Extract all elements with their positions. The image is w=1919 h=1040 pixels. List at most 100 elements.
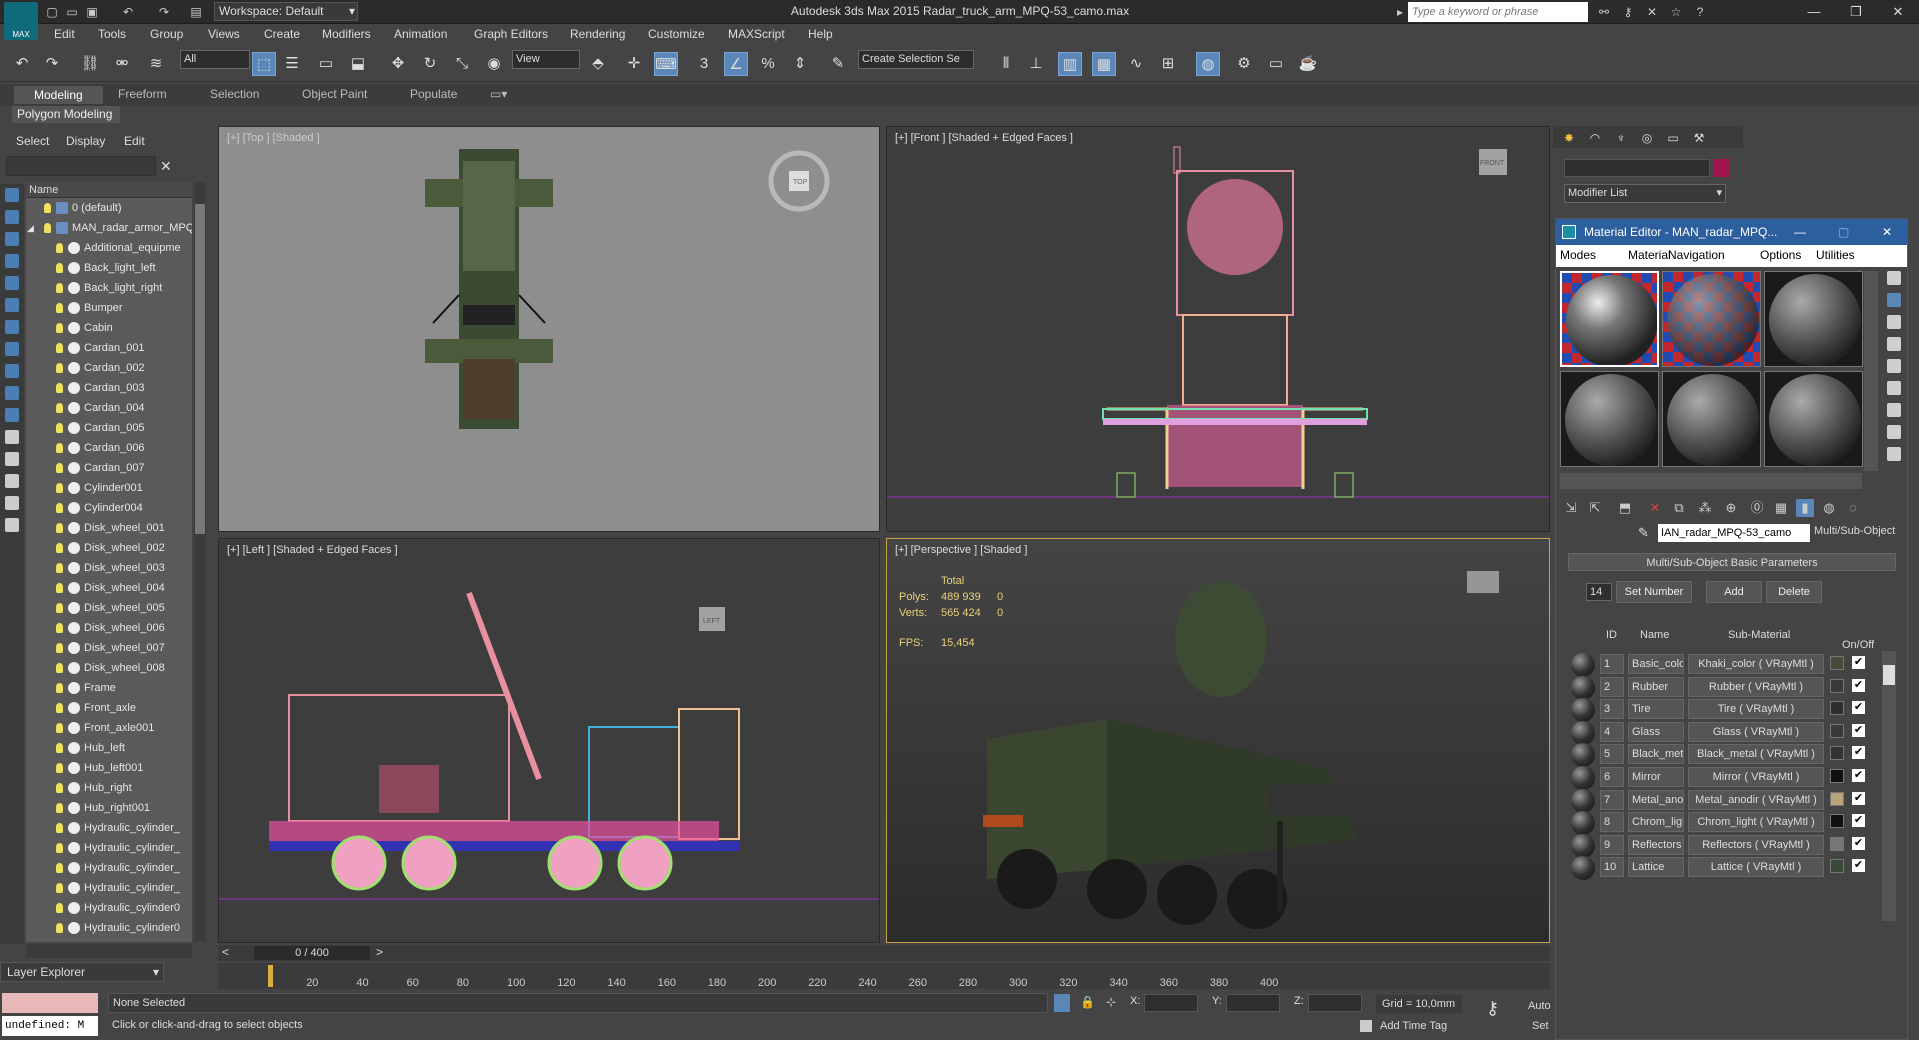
chevron-right-icon[interactable]: ▸ bbox=[1392, 4, 1408, 20]
column-id[interactable]: ID bbox=[1606, 629, 1617, 641]
rotate-icon[interactable]: ↻ bbox=[418, 52, 442, 76]
sub-material-enabled-checkbox[interactable]: ✔ bbox=[1852, 723, 1865, 737]
explorer-scrollbar[interactable] bbox=[194, 182, 206, 942]
y-coord-input[interactable] bbox=[1226, 994, 1280, 1012]
x-coord-input[interactable] bbox=[1144, 994, 1198, 1012]
tree-item[interactable]: Disk_wheel_002 bbox=[26, 538, 192, 558]
make-preview-icon[interactable] bbox=[1887, 381, 1901, 395]
go-forward-sibling-icon[interactable]: ◌ bbox=[1844, 499, 1862, 517]
sub-material-name[interactable]: Metal_ano bbox=[1628, 789, 1684, 810]
placement-icon[interactable]: ◉ bbox=[482, 52, 506, 76]
object-name-input[interactable] bbox=[1564, 159, 1710, 177]
snaps-toggle-icon[interactable]: 3 bbox=[692, 52, 716, 76]
visibility-icon[interactable] bbox=[56, 543, 63, 553]
layer-icon[interactable] bbox=[5, 518, 19, 532]
undo-icon[interactable]: ↶ bbox=[120, 4, 136, 20]
sub-material-button[interactable]: Reflectors ( VRayMtl ) bbox=[1688, 834, 1824, 855]
visibility-icon[interactable] bbox=[56, 803, 63, 813]
tree-item[interactable]: ◢ MAN_radar_armor_MPQ bbox=[26, 218, 192, 238]
align-icon[interactable]: ⊥ bbox=[1024, 52, 1048, 76]
menu-modifiers[interactable]: Modifiers bbox=[322, 27, 371, 41]
create-tab-icon[interactable]: ✸ bbox=[1557, 128, 1581, 148]
tree-item[interactable]: Cylinder004 bbox=[26, 498, 192, 518]
menu-create[interactable]: Create bbox=[264, 27, 300, 41]
maxscript-listener[interactable] bbox=[2, 993, 98, 1013]
menu-help[interactable]: Help bbox=[808, 27, 833, 41]
ribbon-panel-polygon-modeling[interactable]: Polygon Modeling bbox=[12, 106, 120, 123]
tab-selection[interactable]: Selection bbox=[210, 87, 259, 101]
tree-item[interactable]: Hub_left bbox=[26, 738, 192, 758]
tree-item[interactable]: Cardan_006 bbox=[26, 438, 192, 458]
sub-material-name[interactable]: Chrom_ligh bbox=[1628, 812, 1684, 833]
visibility-icon[interactable] bbox=[56, 643, 63, 653]
material-editor-icon[interactable]: ◍ bbox=[1196, 52, 1220, 76]
sub-material-color[interactable] bbox=[1830, 723, 1844, 738]
explorer-column-name[interactable]: Name bbox=[26, 182, 192, 198]
sub-material-button[interactable]: Rubber ( VRayMtl ) bbox=[1688, 676, 1824, 697]
column-sub-material[interactable]: Sub-Material bbox=[1728, 629, 1790, 641]
sub-material-color[interactable] bbox=[1830, 746, 1844, 761]
tree-item[interactable]: Cardan_003 bbox=[26, 378, 192, 398]
material-navigator-icon[interactable] bbox=[1887, 447, 1901, 461]
explorer-menu-edit[interactable]: Edit bbox=[124, 134, 145, 148]
material-slot-4[interactable] bbox=[1560, 371, 1659, 467]
set-key-icon[interactable]: ⚷ bbox=[1486, 998, 1499, 1019]
pivot-icon[interactable]: ⬘ bbox=[586, 52, 610, 76]
menu-views[interactable]: Views bbox=[208, 27, 240, 41]
new-file-icon[interactable]: ▢ bbox=[44, 4, 60, 20]
menu-customize[interactable]: Customize bbox=[648, 27, 705, 41]
sort-icon[interactable] bbox=[5, 474, 19, 488]
material-slot-6[interactable] bbox=[1764, 371, 1863, 467]
set-number-button[interactable]: Set Number bbox=[1616, 581, 1692, 603]
render-teapot-icon[interactable]: ☕ bbox=[1296, 52, 1320, 76]
expand-icon[interactable]: ◢ bbox=[27, 218, 34, 238]
sub-material-scrollbar[interactable] bbox=[1882, 651, 1896, 921]
sub-material-button[interactable]: Chrom_light ( VRayMtl ) bbox=[1688, 812, 1824, 833]
show-end-result-icon[interactable]: ▮ bbox=[1796, 499, 1814, 517]
key-icon[interactable]: ⚷ bbox=[1620, 4, 1636, 20]
tree-item[interactable]: Cardan_001 bbox=[26, 338, 192, 358]
redo-icon[interactable]: ↷ bbox=[156, 4, 172, 20]
mated-menu-options[interactable]: Options bbox=[1760, 248, 1801, 262]
visibility-icon[interactable] bbox=[56, 783, 63, 793]
display-tab-icon[interactable]: ▭ bbox=[1661, 128, 1685, 148]
visibility-icon[interactable] bbox=[56, 703, 63, 713]
sub-material-name[interactable]: Black_meta bbox=[1628, 744, 1684, 765]
tree-item[interactable]: Hydraulic_cylinder_ bbox=[26, 878, 192, 898]
tree-item[interactable]: Hydraulic_cylinder0 bbox=[26, 918, 192, 938]
material-editor-titlebar[interactable]: Material Editor - MAN_radar_MPQ... — ▢ ✕ bbox=[1556, 219, 1907, 245]
sub-material-enabled-checkbox[interactable]: ✔ bbox=[1852, 769, 1865, 782]
auto-key-button[interactable]: Auto bbox=[1528, 1000, 1551, 1012]
backlight-icon[interactable] bbox=[1887, 293, 1901, 307]
menu-edit[interactable]: Edit bbox=[54, 27, 75, 41]
absolute-mode-icon[interactable]: ⊹ bbox=[1106, 995, 1116, 1009]
z-coord-input[interactable] bbox=[1308, 994, 1362, 1012]
sub-material-enabled-checkbox[interactable]: ✔ bbox=[1852, 746, 1865, 760]
tree-item[interactable]: Front_axle bbox=[26, 698, 192, 718]
sub-material-id[interactable]: 7 bbox=[1600, 789, 1624, 810]
rendered-frame-window-icon[interactable]: ▭ bbox=[1264, 52, 1288, 76]
chevron-left-icon[interactable]: < bbox=[222, 945, 229, 959]
visibility-icon[interactable] bbox=[56, 343, 63, 353]
add-time-tag-button[interactable]: Add Time Tag bbox=[1380, 1020, 1447, 1032]
ribbon-options-icon[interactable]: ▭▾ bbox=[490, 87, 507, 101]
app-logo-button[interactable]: MAX bbox=[4, 2, 38, 40]
groups-filter-icon[interactable] bbox=[5, 364, 19, 378]
video-color-check-icon[interactable] bbox=[1887, 359, 1901, 373]
viewport-front[interactable]: [+] [Front ] [Shaded + Edged Faces ] FRO… bbox=[886, 126, 1550, 532]
explorer-hscrollbar[interactable] bbox=[26, 944, 192, 958]
visibility-icon[interactable] bbox=[56, 583, 63, 593]
sub-material-id[interactable]: 8 bbox=[1600, 812, 1624, 833]
visibility-icon[interactable] bbox=[56, 383, 63, 393]
modifier-list-dropdown[interactable]: Modifier List ▾ bbox=[1564, 184, 1726, 203]
tree-item[interactable]: Hydraulic_cylinder_ bbox=[26, 818, 192, 838]
named-selection-dropdown[interactable]: Create Selection Se bbox=[858, 50, 974, 69]
frozen-filter-icon[interactable] bbox=[5, 430, 19, 444]
close-icon[interactable]: ✕ bbox=[1882, 219, 1892, 245]
sub-material-enabled-checkbox[interactable]: ✔ bbox=[1852, 791, 1865, 805]
background-icon[interactable] bbox=[1887, 315, 1901, 329]
visibility-icon[interactable] bbox=[56, 243, 63, 253]
menu-graph-editors[interactable]: Graph Editors bbox=[474, 27, 548, 41]
sub-material-enabled-checkbox[interactable]: ✔ bbox=[1852, 701, 1865, 715]
tree-item[interactable]: Additional_equipme bbox=[26, 238, 192, 258]
